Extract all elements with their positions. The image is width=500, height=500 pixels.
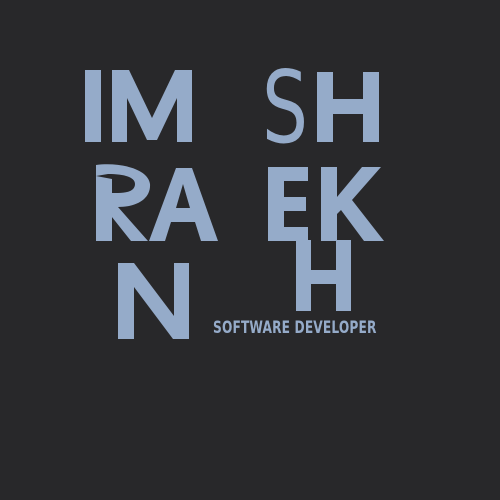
logo-glyph-k — [321, 167, 384, 241]
logo-glyph-e — [268, 167, 308, 241]
tagline-text: SOFTWARE DEVELOPER — [213, 318, 377, 337]
logo-canvas: S SOFTWARE DEVELOPER — [0, 0, 500, 500]
name-monogram-logo: S — [85, 49, 384, 339]
logo-glyph-m — [112, 70, 192, 142]
logo-glyph-s: S — [262, 49, 308, 166]
logo-glyph-i — [85, 70, 101, 142]
logo-glyph-a — [149, 168, 218, 241]
logo-glyph-h-bottom — [296, 240, 351, 311]
logo-glyph-r — [96, 164, 151, 241]
logo-glyph-h-top — [317, 72, 379, 142]
logo-glyph-n — [118, 263, 189, 339]
